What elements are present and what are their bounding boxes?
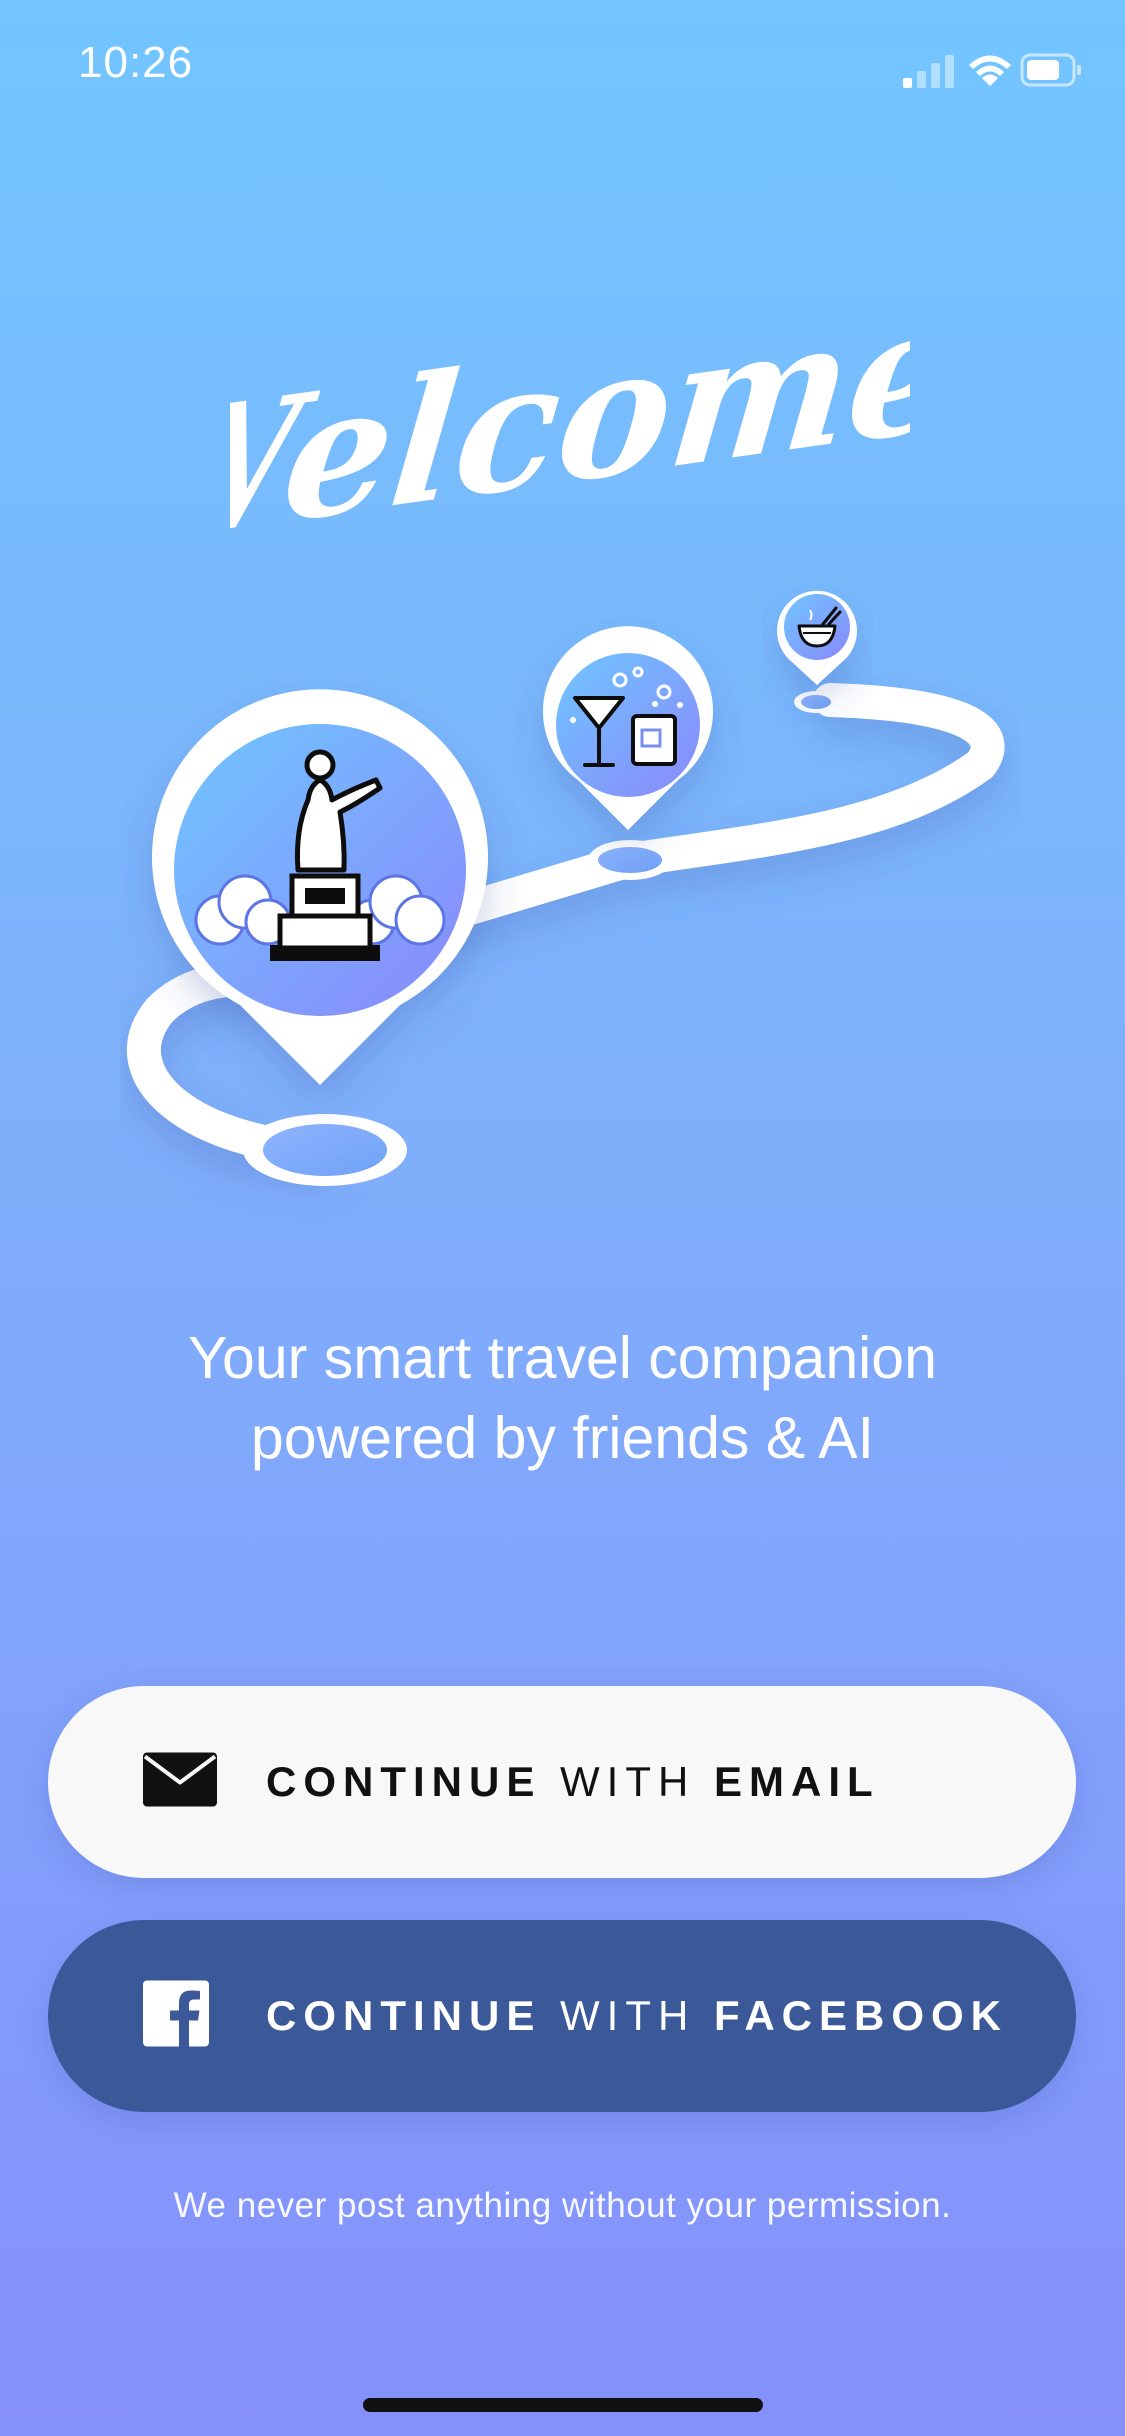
facebook-button-label: CONTINUE WITH FACEBOOK bbox=[266, 1992, 1008, 2040]
status-time: 10:26 bbox=[78, 38, 194, 87]
status-bar: 10:26 bbox=[0, 0, 1125, 140]
status-icons bbox=[863, 50, 1083, 90]
facebook-icon bbox=[143, 1980, 209, 2052]
statue-pin bbox=[151, 689, 488, 1085]
tagline-line-2: powered by friends & AI bbox=[250, 1405, 875, 1471]
home-indicator[interactable] bbox=[363, 2398, 763, 2412]
facebook-label-facebook: FACEBOOK bbox=[713, 1992, 1008, 2039]
email-label-email: EMAIL bbox=[713, 1758, 880, 1805]
continue-with-email-button[interactable]: CONTINUE WITH EMAIL bbox=[48, 1686, 1076, 1878]
battery-icon bbox=[1020, 53, 1081, 87]
tagline-line-1: Your smart travel companion bbox=[188, 1325, 937, 1391]
facebook-label-with: WITH bbox=[560, 1992, 696, 2039]
path-stop bbox=[794, 691, 838, 713]
email-label-continue: CONTINUE bbox=[266, 1758, 542, 1805]
email-button-label: CONTINUE WITH EMAIL bbox=[266, 1758, 880, 1806]
cocktail-pin bbox=[543, 626, 713, 830]
continue-with-facebook-button[interactable]: CONTINUE WITH FACEBOOK bbox=[48, 1920, 1076, 2112]
wifi-icon bbox=[969, 55, 1011, 86]
facebook-label-continue: CONTINUE bbox=[266, 1992, 542, 2039]
email-label-with: WITH bbox=[560, 1758, 696, 1805]
envelope-icon bbox=[143, 1752, 217, 1812]
path-stop bbox=[588, 840, 672, 880]
food-pin bbox=[777, 590, 857, 685]
journey-illustration bbox=[120, 580, 1020, 1240]
welcome-title: Welcome bbox=[100, 263, 968, 587]
welcome-title-text: Welcome bbox=[230, 290, 910, 570]
cellular-signal-icon bbox=[903, 55, 954, 88]
tagline: Your smart travel companion powered by f… bbox=[0, 1318, 1125, 1478]
path-stop bbox=[243, 1114, 407, 1186]
permission-disclaimer: We never post anything without your perm… bbox=[173, 2186, 952, 2225]
